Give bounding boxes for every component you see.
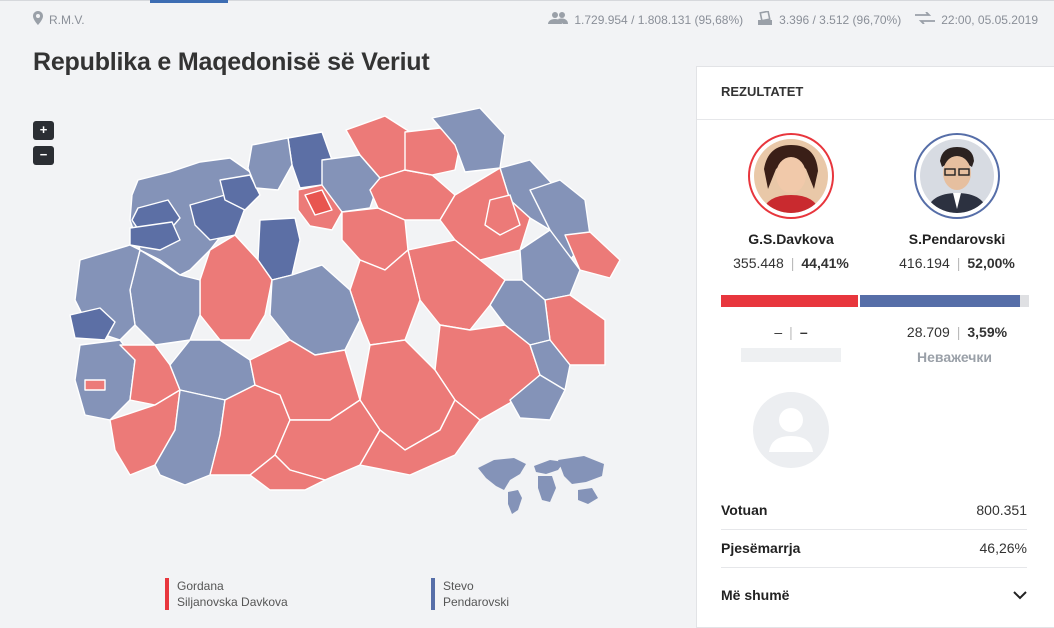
placeholder-bar (741, 348, 841, 362)
map-region[interactable] (247, 137, 293, 191)
results-heading: REZULTATET (697, 67, 1054, 120)
zoom-in-button[interactable]: + (33, 121, 54, 140)
results-bar-davkova (721, 295, 858, 307)
people-icon (548, 12, 569, 27)
updated-stat: 22:00, 05.05.2019 (915, 11, 1038, 27)
candidate-name: S.Pendarovski (908, 231, 1006, 247)
stats-bar: 1.729.954 / 1.808.131 (95,68%) 3.396 / 3… (548, 10, 1038, 28)
voters-value: 1.729.954 / 1.808.131 (95,68%) (574, 12, 744, 27)
chevron-down-icon (1013, 587, 1027, 603)
legend-item-pendarovski: Stevo Pendarovski (431, 578, 509, 610)
candidate-votes: 355.448 (733, 255, 784, 271)
candidate-avatar (914, 133, 1000, 219)
sync-arrows-icon (915, 11, 936, 27)
legend-item-davkova: Gordana Siljanovska Davkova (165, 578, 288, 610)
placeholder-avatar-icon (753, 392, 829, 468)
third-percent: – (799, 324, 808, 340)
invalid-percent: 3,59% (967, 324, 1008, 340)
updated-value: 22:00, 05.05.2019 (941, 12, 1038, 27)
region-breadcrumb[interactable]: R.M.V. (33, 11, 85, 28)
active-tab-indicator (150, 0, 228, 3)
candidate-percent: 44,41% (801, 255, 849, 271)
third-votes: – (774, 324, 783, 340)
invalid-row: 28.709 | 3,59% (906, 324, 1008, 340)
legend-color-bar (165, 578, 169, 610)
ballot-box-icon (757, 10, 773, 28)
candidate-results: 355.448 | 44,41% (733, 255, 849, 271)
legend-color-bar (431, 578, 435, 610)
stations-value: 3.396 / 3.512 (96,70%) (779, 12, 902, 27)
detail-value: 800.351 (976, 502, 1027, 518)
results-bar-pendarovski (859, 295, 1020, 307)
candidate-results: 416.194 | 52,00% (899, 255, 1015, 271)
detail-row-turnout: Pjesëmarrja 46,26% (721, 529, 1027, 568)
map-region[interactable] (269, 264, 361, 356)
candidate-avatar (748, 133, 834, 219)
candidate-pendarovski[interactable]: S.Pendarovski 416.194 | 52,00% (882, 133, 1032, 271)
municipality-map[interactable] (60, 100, 625, 500)
more-toggle[interactable]: Më shumë (721, 587, 1027, 603)
candidate-percent: 52,00% (967, 255, 1015, 271)
world-map-icon[interactable] (474, 446, 614, 516)
location-pin-icon (33, 11, 43, 28)
voters-stat: 1.729.954 / 1.808.131 (95,68%) (548, 12, 743, 27)
detail-value: 46,26% (979, 540, 1027, 556)
candidate-davkova[interactable]: G.S.Davkova 355.448 | 44,41% (716, 133, 866, 271)
more-label: Më shumë (721, 587, 790, 603)
results-panel: REZULTATET G.S.Davkova 355.448 | 44,41% S.… (696, 66, 1054, 628)
region-label: R.M.V. (49, 12, 85, 27)
legend-label-line1: Gordana (177, 579, 224, 593)
detail-row-votuan: Votuan 800.351 (721, 491, 1027, 530)
legend-label-line2: Pendarovski (443, 595, 510, 609)
results-bar (721, 295, 1029, 307)
stations-stat: 3.396 / 3.512 (96,70%) (757, 10, 902, 28)
invalid-label: Неважечки (917, 349, 993, 365)
map-region[interactable] (84, 379, 106, 391)
candidate-name: G.S.Davkova (748, 231, 834, 247)
zoom-out-button[interactable]: − (33, 146, 54, 165)
detail-key: Votuan (721, 502, 768, 518)
candidate-votes: 416.194 (899, 255, 950, 271)
invalid-votes: 28.709 (906, 324, 950, 340)
third-row: – | – (774, 324, 808, 340)
page-title: Republika e Maqedonisë së Veriut (33, 48, 430, 76)
legend-label-line2: Siljanovska Davkova (177, 595, 288, 609)
legend-label-line1: Stevo (443, 579, 474, 593)
detail-key: Pjesëmarrja (721, 540, 801, 556)
